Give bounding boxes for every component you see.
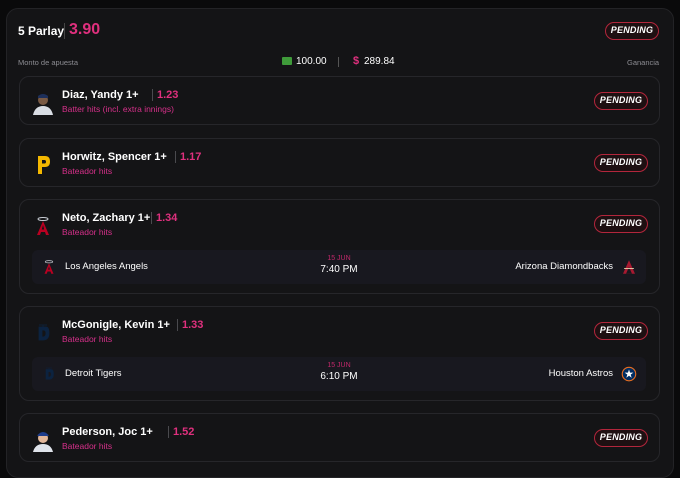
arizona-diamondbacks-logo-icon xyxy=(623,260,635,274)
odds-divider xyxy=(177,319,178,331)
match-date: 15 JUN xyxy=(327,255,351,262)
pittsburgh-pirates-logo-icon xyxy=(38,156,50,174)
houston-astros-logo-icon xyxy=(621,366,637,382)
dollar-icon: $ xyxy=(353,55,360,67)
leg-status-badge: PENDING xyxy=(594,215,648,233)
leg-status-badge: PENDING xyxy=(594,154,648,172)
player-name: Pederson, Joc 1+ xyxy=(62,426,153,438)
player-headshot-icon xyxy=(31,91,55,115)
detroit-tigers-logo-icon xyxy=(38,324,50,341)
leg-card[interactable]: Neto, Zachary 1+ 1.34 Bateador hits PEND… xyxy=(19,199,660,294)
leg-status-badge: PENDING xyxy=(594,322,648,340)
leg-odds: 1.34 xyxy=(156,212,178,224)
player-name: Horwitz, Spencer 1+ xyxy=(62,151,167,163)
odds-divider xyxy=(151,212,152,224)
parlay-status-badge: PENDING xyxy=(605,22,659,40)
match-info[interactable]: Detroit Tigers 15 JUN 6:10 PM Houston As… xyxy=(32,357,646,391)
market-label: Bateador hits xyxy=(62,441,113,451)
leg-odds: 1.33 xyxy=(182,319,204,331)
cash-icon xyxy=(282,57,292,65)
gain-label: Ganancia xyxy=(627,58,660,67)
payout-value: 289.84 xyxy=(364,56,395,67)
away-team-name: Houston Astros xyxy=(548,368,613,379)
stake-divider xyxy=(338,57,339,67)
leg-status-badge: PENDING xyxy=(594,429,648,447)
detroit-tigers-logo-icon xyxy=(45,367,54,380)
stake-value: 100.00 xyxy=(296,56,327,67)
odds-divider xyxy=(152,89,153,101)
player-name: Neto, Zachary 1+ xyxy=(62,212,151,224)
parlay-title: 5 Parlay xyxy=(18,24,65,38)
away-team-name: Arizona Diamondbacks xyxy=(515,261,613,272)
leg-odds: 1.52 xyxy=(173,426,195,438)
home-team-name: Detroit Tigers xyxy=(65,368,122,379)
match-date: 15 JUN xyxy=(327,362,351,369)
player-name: Diaz, Yandy 1+ xyxy=(62,89,139,101)
match-info[interactable]: Los Angeles Angels 15 JUN 7:40 PM Arizon… xyxy=(32,250,646,284)
market-label: Bateador hits xyxy=(62,227,113,237)
leg-card[interactable]: Horwitz, Spencer 1+ 1.17 Bateador hits P… xyxy=(19,138,660,187)
market-label: Bateador hits xyxy=(62,334,113,344)
leg-odds: 1.17 xyxy=(180,151,202,163)
home-team-name: Los Angeles Angels xyxy=(65,261,148,272)
leg-card[interactable]: Diaz, Yandy 1+ 1.23 Batter hits (incl. e… xyxy=(19,76,660,125)
los-angeles-angels-logo-icon xyxy=(44,260,54,274)
leg-status-badge: PENDING xyxy=(594,92,648,110)
stake-row: Monto de apuesta 100.00 $ 289.84 Gananci… xyxy=(7,53,673,75)
title-divider xyxy=(64,23,65,39)
odds-divider xyxy=(175,151,176,163)
leg-card[interactable]: McGonigle, Kevin 1+ 1.33 Bateador hits P… xyxy=(19,306,660,401)
market-label: Batter hits (incl. extra innings) xyxy=(62,104,174,114)
los-angeles-angels-logo-icon xyxy=(37,217,49,235)
player-name: McGonigle, Kevin 1+ xyxy=(62,319,170,331)
leg-card[interactable]: Pederson, Joc 1+ 1.52 Bateador hits PEND… xyxy=(19,413,660,462)
match-time: 6:10 PM xyxy=(320,371,358,382)
match-time: 7:40 PM xyxy=(320,264,358,275)
parlay-odds: 3.90 xyxy=(69,21,101,38)
player-headshot-icon xyxy=(31,428,55,452)
odds-divider xyxy=(168,426,169,438)
parlay-header: 5 Parlay 3.90 PENDING xyxy=(7,9,673,53)
parlay-card: 5 Parlay 3.90 PENDING Monto de apuesta 1… xyxy=(6,8,674,478)
market-label: Bateador hits xyxy=(62,166,113,176)
leg-odds: 1.23 xyxy=(157,89,179,101)
stake-label: Monto de apuesta xyxy=(18,58,79,67)
